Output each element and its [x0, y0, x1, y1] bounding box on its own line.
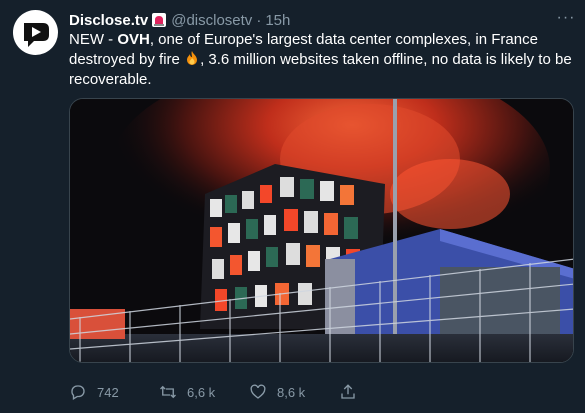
retweet-icon [160, 385, 176, 399]
more-button[interactable]: ··· [555, 9, 577, 26]
disclose-logo-icon [23, 22, 49, 47]
reply-icon [71, 385, 85, 400]
tweet-highlight: OVH [117, 31, 150, 48]
heart-icon [250, 384, 266, 399]
like-count: 8,6 k [277, 384, 306, 400]
timestamp[interactable]: 15h [265, 12, 290, 29]
reply-button[interactable]: 742 [69, 383, 159, 401]
tweet-prefix: NEW - [69, 31, 118, 48]
tweet-header: Disclose.tv @disclosetv · 15h [69, 10, 290, 30]
avatar[interactable] [13, 10, 58, 55]
handle[interactable]: @disclosetv [171, 12, 252, 29]
tweet-text: NEW - OVH, one of Europe's largest data … [69, 30, 579, 90]
separator-dot: · [256, 11, 262, 29]
siren-icon [152, 13, 167, 27]
tweet-photo[interactable] [69, 98, 574, 363]
fire-photo [70, 99, 573, 362]
tweet[interactable]: Disclose.tv @disclosetv · 15h ··· NEW - … [0, 0, 585, 413]
retweet-button[interactable]: 6,6 k [159, 383, 249, 401]
like-button[interactable]: 8,6 k [249, 383, 339, 401]
share-icon [341, 384, 355, 399]
display-name[interactable]: Disclose.tv [69, 12, 148, 29]
share-button[interactable] [339, 383, 379, 401]
action-bar: 742 6,6 k 8,6 k [69, 378, 574, 406]
more-icon: ··· [556, 9, 576, 26]
fire-emoji-icon [187, 51, 198, 65]
retweet-count: 6,6 k [187, 384, 216, 400]
reply-count: 742 [97, 384, 119, 400]
